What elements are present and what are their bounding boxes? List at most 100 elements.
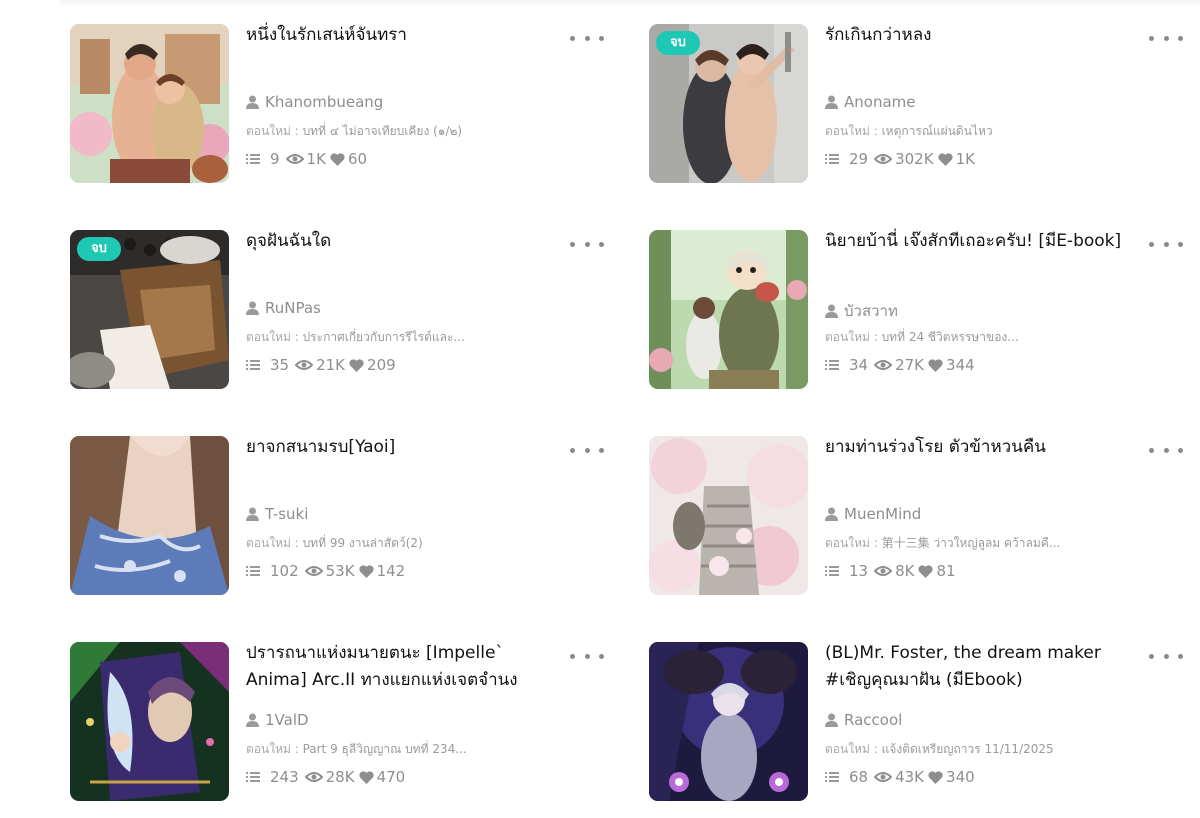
chapter-count: 35 [270,356,290,374]
chapter-count: 68 [849,768,869,786]
top-divider [60,0,1200,6]
latest-chapter[interactable]: ตอนใหม่ : แจ้งติดเหรียญถาวร 11/11/2025 [825,740,1054,759]
author-name: RuNPas [265,299,321,317]
novel-title[interactable]: (BL)Mr. Foster, the dream maker #เชิญคุณ… [825,640,1125,694]
cover-image[interactable] [649,436,808,595]
latest-chapter[interactable]: ตอนใหม่ : 第十三集 ว่าวใหญ่ลูลม คว้าลมคื... [825,534,1060,553]
novel-title[interactable]: หนึ่งในรักเสน่ห์จันทรา [246,22,546,49]
heart-icon [330,152,345,166]
view-count: 8K [895,562,915,580]
latest-chapter-title: บทที่ ๔ ไม่อาจเทียบเคียง (๑/๒) [302,124,463,138]
completed-badge: จบ [656,31,700,55]
author-name: Khanombueang [265,93,384,111]
heart-icon [358,770,374,784]
novel-card[interactable]: จบ ดุจฝันฉันใด RuNPas ตอนใหม่ : ประกาศเก… [70,230,620,390]
heart-icon [349,358,364,372]
more-options-button[interactable] [570,236,604,252]
dot-icon [1163,653,1169,659]
person-icon [246,507,259,521]
more-options-button[interactable] [570,442,604,458]
novel-card[interactable]: นิยายบ้านี่ เจ๊งสักทีเถอะครับ! [มีE-book… [649,230,1199,390]
like-count: 1K [955,150,975,168]
list-icon [246,154,260,164]
novel-card[interactable]: หนึ่งในรักเสน่ห์จันทรา Khanombueang ตอนใ… [70,24,620,184]
latest-label: ตอนใหม่ : [246,536,303,550]
dot-icon [1149,241,1154,247]
latest-label: ตอนใหม่ : [825,124,882,138]
novel-title[interactable]: นิยายบ้านี่ เจ๊งสักทีเถอะครับ! [มีE-book… [825,228,1125,255]
novel-card[interactable]: (BL)Mr. Foster, the dream maker #เชิญคุณ… [649,642,1199,802]
more-options-button[interactable] [570,648,604,664]
eye-icon [874,154,893,164]
dot-icon [584,447,590,453]
eye-icon [285,154,304,164]
author-link[interactable]: MuenMind [825,505,921,523]
latest-chapter[interactable]: ตอนใหม่ : ประกาศเกี่ยวกับการรีไรต์และ... [246,328,465,347]
heart-icon [937,152,953,166]
latest-chapter[interactable]: ตอนใหม่ : เหตุการณ์แผ่นดินไหว [825,122,993,141]
cover-image[interactable] [649,642,808,801]
like-count: 60 [347,150,368,168]
novel-card[interactable]: จบ รักเกินกว่าหลง Anoname ตอนใหม่ : เหตุ… [649,24,1199,184]
more-options-button[interactable] [1149,30,1183,46]
cover-image[interactable] [70,24,229,183]
view-count: 53K [325,562,355,580]
latest-label: ตอนใหม่ : [825,330,882,344]
novel-card[interactable]: ปรารถนาแห่งมนายตนะ [Impelle` Anima] Arc.… [70,642,620,802]
latest-chapter[interactable]: ตอนใหม่ : บทที่ 24 ชีวิตหรรษาของ... [825,328,1019,347]
list-icon [246,772,260,782]
person-icon [825,95,838,109]
author-link[interactable]: T-suki [246,505,308,523]
novel-title[interactable]: รักเกินกว่าหลง [825,22,1125,49]
author-link[interactable]: 1ValD [246,711,309,729]
heart-icon [358,564,374,578]
chapter-count: 13 [849,562,869,580]
cover-image[interactable] [649,230,808,389]
view-count: 28K [325,768,355,786]
more-options-button[interactable] [1149,648,1183,664]
more-options-button[interactable] [1149,236,1183,252]
cover-image[interactable]: จบ [70,230,229,389]
cover-image[interactable]: จบ [649,24,808,183]
novel-card[interactable]: ยาจกสนามรบ[Yaoi] T-suki ตอนใหม่ : บทที่ … [70,436,620,596]
dot-icon [1178,241,1183,247]
more-options-button[interactable] [1149,442,1183,458]
latest-chapter-title: ประกาศเกี่ยวกับการรีไรต์และ... [302,330,465,344]
cover-image[interactable] [70,642,229,801]
stats-row: 29 302K 1K [825,150,975,168]
author-link[interactable]: Raccool [825,711,902,729]
latest-chapter[interactable]: ตอนใหม่ : บทที่ ๔ ไม่อาจเทียบเคียง (๑/๒) [246,122,462,141]
cover-image[interactable] [70,436,229,595]
latest-chapter[interactable]: ตอนใหม่ : Part 9 ธุลีวิญญาณ บทที่ 234... [246,740,467,759]
eye-icon [304,772,323,782]
dot-icon [570,447,575,453]
novel-title[interactable]: ยามท่านร่วงโรย ตัวข้าหวนคืน [825,434,1125,461]
novel-title[interactable]: ยาจกสนามรบ[Yaoi] [246,434,546,461]
dot-icon [1163,35,1169,41]
novel-title[interactable]: ดุจฝันฉันใด [246,228,546,255]
latest-chapter[interactable]: ตอนใหม่ : บทที่ 99 งานล่าสัตว์(2) [246,534,423,553]
dot-icon [1163,447,1169,453]
dot-icon [570,35,575,41]
dot-icon [1178,35,1183,41]
author-link[interactable]: Khanombueang [246,93,383,111]
dot-icon [584,653,590,659]
latest-label: ตอนใหม่ : [246,330,303,344]
view-count: 27K [895,356,925,374]
novel-title[interactable]: ปรารถนาแห่งมนายตนะ [Impelle` Anima] Arc.… [246,640,546,694]
novel-card[interactable]: ยามท่านร่วงโรย ตัวข้าหวนคืน MuenMind ตอน… [649,436,1199,596]
author-name: MuenMind [844,505,922,523]
dot-icon [599,241,604,247]
stats-row: 68 43K 340 [825,768,975,786]
more-options-button[interactable] [570,30,604,46]
heart-icon [918,564,934,578]
eye-icon [874,566,893,576]
stats-row: 9 1K 60 [246,150,367,168]
latest-chapter-title: บทที่ 24 ชีวิตหรรษาของ... [881,330,1019,344]
author-link[interactable]: RuNPas [246,299,321,317]
list-icon [825,772,839,782]
latest-label: ตอนใหม่ : [246,742,303,756]
latest-chapter-title: เหตุการณ์แผ่นดินไหว [881,124,993,138]
author-link[interactable]: บัวสวาท [825,299,898,323]
author-link[interactable]: Anoname [825,93,915,111]
